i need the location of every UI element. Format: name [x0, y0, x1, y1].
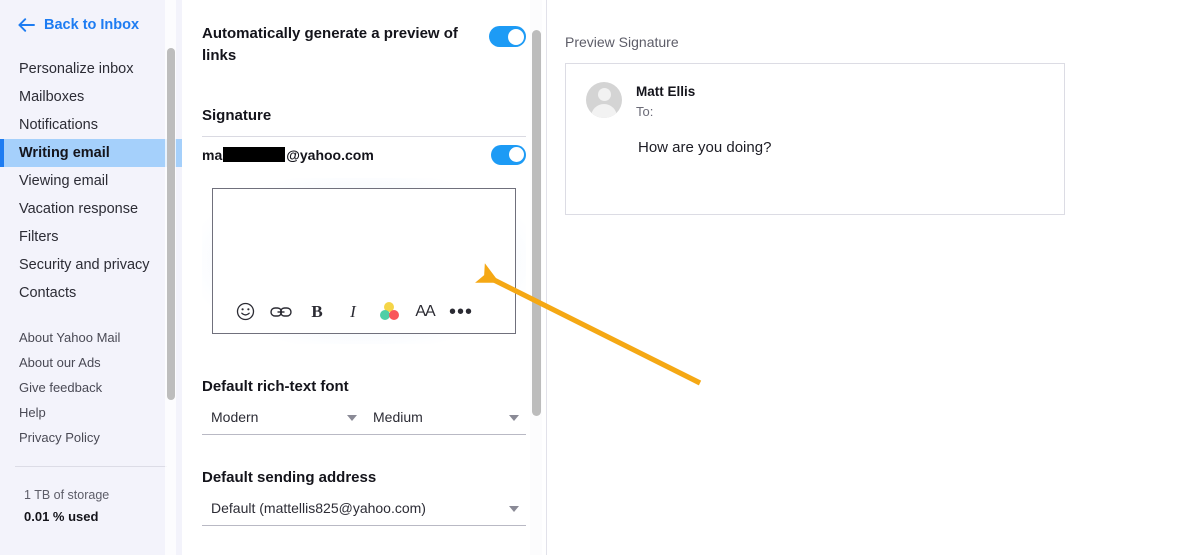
chevron-down-icon — [347, 415, 357, 421]
color-swatch-red — [388, 310, 399, 320]
footer-link-label: Give feedback — [19, 380, 103, 395]
sidebar-item-label: Mailboxes — [19, 89, 85, 105]
toggle-knob — [508, 147, 524, 162]
link-icon[interactable] — [263, 294, 299, 330]
signature-editor[interactable]: B I AA ••• — [212, 187, 516, 334]
link-preview-label: Automatically generate a preview of link… — [202, 25, 458, 64]
sending-address-title: Default sending address — [202, 468, 377, 486]
signature-account-suffix: @yahoo.com — [286, 146, 374, 163]
emoji-icon[interactable] — [227, 294, 263, 330]
sidebar-item-security-and-privacy[interactable]: Security and privacy — [0, 251, 182, 279]
more-options-icon[interactable]: ••• — [443, 294, 479, 330]
footer-link-label: About our Ads — [19, 355, 101, 370]
footer-link-help[interactable]: Help — [0, 400, 182, 425]
signature-editor-toolbar: B I AA ••• — [213, 291, 515, 333]
color-swatches — [379, 302, 399, 321]
signature-account-email: ma @yahoo.com — [202, 147, 374, 163]
text-color-icon[interactable] — [371, 294, 407, 330]
signature-preview-card: Matt Ellis To: How are you doing? — [565, 63, 1065, 215]
sidebar-item-vacation-response[interactable]: Vacation response — [0, 195, 182, 223]
sidebar-nav: Personalize inbox Mailboxes Notification… — [0, 55, 182, 307]
sidebar-item-notifications[interactable]: Notifications — [0, 111, 182, 139]
sidebar-item-contacts[interactable]: Contacts — [0, 279, 182, 307]
signature-toggle[interactable] — [491, 144, 526, 165]
redaction-bar — [223, 147, 286, 162]
settings-page: Back to Inbox Personalize inbox Mailboxe… — [0, 0, 1198, 555]
storage-used: 0.01 % used — [24, 509, 99, 525]
chevron-down-icon — [509, 506, 519, 512]
sending-address-selects: Default (mattellis825@yahoo.com) — [202, 492, 526, 526]
footer-link-about-our-ads[interactable]: About our Ads — [0, 350, 182, 375]
sidebar-item-filters[interactable]: Filters — [0, 223, 182, 251]
sidebar-item-label: Writing email — [19, 145, 110, 161]
sidebar-item-label: Viewing email — [19, 173, 109, 189]
sending-address-select[interactable]: Default (mattellis825@yahoo.com) — [202, 492, 526, 526]
link-preview-toggle[interactable] — [489, 26, 526, 47]
sidebar-item-label: Filters — [19, 229, 59, 245]
footer-link-label: Help — [19, 405, 46, 420]
font-family-select[interactable]: Modern — [202, 401, 364, 435]
link-preview-setting: Automatically generate a preview of link… — [202, 0, 526, 67]
sending-address-value: Default (mattellis825@yahoo.com) — [211, 500, 426, 516]
sidebar-footer-links: About Yahoo Mail About our Ads Give feed… — [0, 325, 182, 450]
back-to-inbox-link[interactable]: Back to Inbox — [0, 0, 182, 33]
bold-icon[interactable]: B — [299, 294, 335, 330]
preview-sender-info: Matt Ellis To: — [636, 82, 695, 121]
font-size-icon[interactable]: AA — [407, 294, 443, 330]
sidebar-item-label: Contacts — [19, 285, 77, 301]
sidebar-item-label: Notifications — [19, 117, 98, 133]
sending-address-setting: Default sending address Default (mattell… — [202, 469, 526, 526]
footer-link-about-yahoo-mail[interactable]: About Yahoo Mail — [0, 325, 182, 350]
font-family-value: Modern — [211, 409, 259, 425]
rich-text-font-selects: Modern Medium — [202, 401, 526, 435]
footer-link-label: About Yahoo Mail — [19, 330, 121, 345]
signature-account-row: ma @yahoo.com — [202, 137, 526, 173]
avatar — [586, 82, 622, 118]
footer-link-label: Privacy Policy — [19, 430, 100, 445]
preview-panel: Preview Signature Matt Ellis To: How are… — [547, 0, 1198, 555]
sidebar: Back to Inbox Personalize inbox Mailboxe… — [0, 0, 182, 555]
rich-text-font-title: Default rich-text font — [202, 377, 349, 395]
sidebar-item-viewing-email[interactable]: Viewing email — [0, 167, 182, 195]
chevron-down-icon — [509, 415, 519, 421]
back-to-inbox-label: Back to Inbox — [44, 17, 140, 33]
sidebar-item-personalize-inbox[interactable]: Personalize inbox — [0, 55, 182, 83]
footer-link-privacy-policy[interactable]: Privacy Policy — [0, 425, 182, 450]
font-size-value: Medium — [373, 409, 423, 425]
sidebar-scrollbar-thumb[interactable] — [167, 48, 175, 400]
sidebar-item-label: Security and privacy — [19, 257, 150, 273]
italic-icon[interactable]: I — [335, 294, 371, 330]
sidebar-item-label: Personalize inbox — [19, 61, 134, 77]
preview-to-label: To: — [636, 103, 654, 119]
rich-text-font-setting: Default rich-text font Modern Medium — [202, 378, 526, 435]
signature-account-prefix: ma — [202, 146, 223, 163]
font-size-select[interactable]: Medium — [364, 401, 526, 435]
sidebar-item-writing-email[interactable]: Writing email — [0, 139, 182, 167]
storage-info: 1 TB of storage 0.01 % used — [0, 467, 182, 528]
settings-scrollbar-thumb[interactable] — [532, 30, 541, 416]
footer-link-give-feedback[interactable]: Give feedback — [0, 375, 182, 400]
settings-panel: Automatically generate a preview of link… — [182, 0, 546, 555]
preview-signature-title: Preview Signature — [565, 34, 679, 50]
preview-body-text: How are you doing? — [638, 139, 772, 157]
storage-total: 1 TB of storage — [24, 488, 110, 502]
signature-editor-wrapper: B I AA ••• — [202, 177, 526, 344]
preview-sender-name: Matt Ellis — [636, 84, 696, 99]
sidebar-item-label: Vacation response — [19, 201, 139, 217]
signature-editor-input[interactable] — [213, 189, 515, 291]
toggle-knob — [507, 28, 524, 45]
sidebar-item-mailboxes[interactable]: Mailboxes — [0, 83, 182, 111]
arrow-left-icon — [18, 18, 35, 32]
signature-section-title: Signature — [202, 106, 272, 124]
preview-header: Matt Ellis To: — [586, 82, 1044, 121]
